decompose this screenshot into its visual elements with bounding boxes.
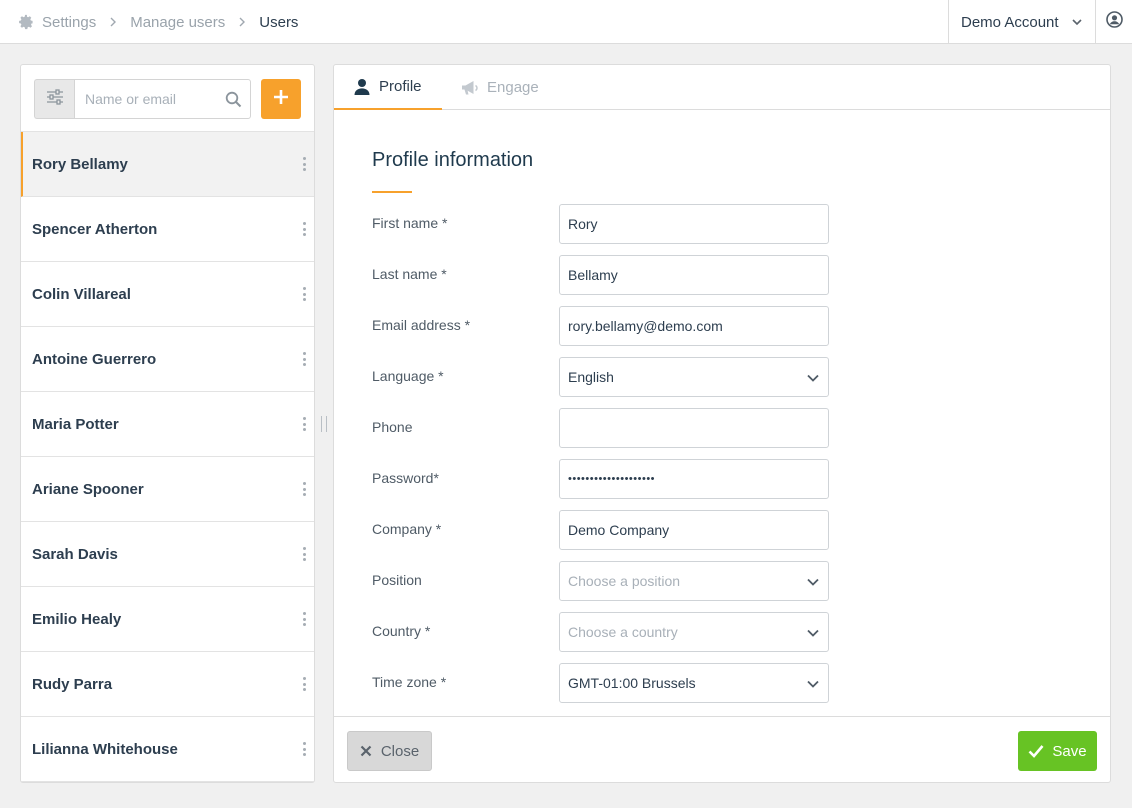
save-button-label: Save [1052,742,1087,760]
kebab-icon[interactable] [302,157,306,171]
kebab-icon[interactable] [302,547,306,561]
chevron-down-icon [806,575,820,589]
user-circle-icon [1105,11,1123,33]
list-item[interactable]: Rory Bellamy [21,132,314,197]
user-name: Maria Potter [32,415,119,433]
search-input[interactable] [75,80,215,118]
chevron-down-icon [806,677,820,691]
language-select[interactable]: English [559,357,829,397]
last-name-field[interactable]: Bellamy [559,255,829,295]
phone-field[interactable] [559,408,829,448]
top-bar: Settings Manage users Users Demo Account [0,0,1132,44]
close-button[interactable]: Close [347,731,432,771]
panel-resize-handle[interactable] [321,416,327,432]
close-button-label: Close [380,742,420,760]
account-dropdown[interactable]: Demo Account [948,0,1095,44]
first-name-label: First name * [372,215,448,231]
chevron-down-icon [1071,15,1083,27]
close-icon [360,745,372,757]
section-title: Profile information [372,149,534,171]
kebab-icon[interactable] [302,612,306,626]
chevron-right-icon [237,17,247,27]
position-select[interactable]: Choose a position [559,561,829,601]
user-name: Colin Villareal [32,285,131,303]
list-item[interactable]: Antoine Guerrero [21,327,314,392]
list-item[interactable]: Spencer Atherton [21,197,314,262]
filter-button[interactable] [34,79,75,119]
kebab-icon[interactable] [302,287,306,301]
timezone-label: Time zone * [372,674,447,690]
user-list: Rory Bellamy Spencer Atherton Colin Vill… [21,132,314,782]
add-user-button[interactable] [261,79,301,119]
user-name: Emilio Healy [32,610,122,628]
breadcrumb-settings[interactable]: Settings [42,14,96,31]
gear-icon [18,14,34,30]
phone-label: Phone [372,419,413,435]
user-detail-panel: Profile Engage Profile information First… [333,64,1111,783]
user-name: Rudy Parra [32,675,113,693]
megaphone-icon [461,79,479,97]
chevron-down-icon [806,626,820,640]
breadcrumb-users: Users [259,13,299,31]
timezone-select[interactable]: GMT-01:00 Brussels [559,663,829,703]
list-item[interactable]: Rudy Parra [21,652,314,717]
user-name: Antoine Guerrero [32,350,157,368]
save-button[interactable]: Save [1018,731,1097,771]
password-field[interactable]: •••••••••••••••••••• [559,459,829,499]
last-name-label: Last name * [372,266,447,282]
kebab-icon[interactable] [302,742,306,756]
search-field [74,79,251,119]
password-label: Password* [372,470,439,486]
user-list-panel: Rory Bellamy Spencer Atherton Colin Vill… [20,64,315,783]
company-field[interactable]: Demo Company [559,510,829,550]
list-item[interactable]: Maria Potter [21,392,314,457]
kebab-icon[interactable] [302,482,306,496]
user-name: Rory Bellamy [32,155,128,173]
tab-engage-label: Engage [487,79,539,96]
email-field[interactable]: rory.bellamy@demo.com [559,306,829,346]
breadcrumb: Settings Manage users Users [18,0,298,44]
chevron-right-icon [108,17,118,27]
kebab-icon[interactable] [302,222,306,236]
search-icon[interactable] [225,91,242,108]
list-item[interactable]: Lilianna Whitehouse [21,717,314,782]
breadcrumb-manage-users[interactable]: Manage users [130,14,225,31]
country-select[interactable]: Choose a country [559,612,829,652]
user-name: Spencer Atherton [32,220,158,238]
position-placeholder: Choose a position [568,573,681,589]
check-icon [1028,744,1044,758]
kebab-icon[interactable] [302,352,306,366]
list-item[interactable]: Colin Villareal [21,262,314,327]
form-footer: Close Save [334,716,1110,782]
tab-bar: Profile Engage [334,65,1110,110]
language-value: English [568,369,614,385]
title-underline [372,191,412,193]
email-label: Email address * [372,317,471,333]
user-name: Sarah Davis [32,545,118,563]
sliders-icon [46,88,64,110]
kebab-icon[interactable] [302,417,306,431]
position-label: Position [372,572,422,588]
tab-engage[interactable]: Engage [461,65,539,110]
first-name-field[interactable]: Rory [559,204,829,244]
company-label: Company * [372,521,442,537]
user-profile-button[interactable] [1095,0,1132,44]
plus-icon [273,89,289,110]
tab-profile-label: Profile [379,78,422,95]
timezone-value: GMT-01:00 Brussels [568,675,696,691]
country-label: Country * [372,623,431,639]
account-name: Demo Account [961,13,1059,31]
list-item[interactable]: Sarah Davis [21,522,314,587]
country-placeholder: Choose a country [568,624,678,640]
chevron-down-icon [806,371,820,385]
user-name: Lilianna Whitehouse [32,740,178,758]
user-icon [353,78,371,96]
list-item[interactable]: Emilio Healy [21,587,314,652]
list-item[interactable]: Ariane Spooner [21,457,314,522]
language-label: Language * [372,368,444,384]
search-bar [21,65,314,132]
user-name: Ariane Spooner [32,480,144,498]
tab-profile[interactable]: Profile [334,65,442,110]
kebab-icon[interactable] [302,677,306,691]
